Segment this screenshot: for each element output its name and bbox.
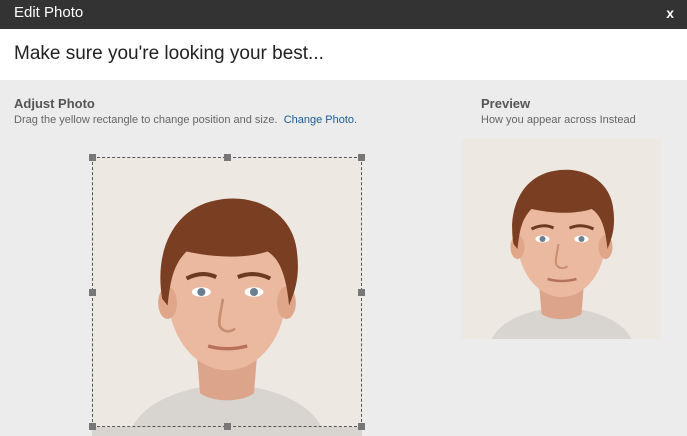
crop-handle-top[interactable]: [224, 154, 231, 161]
dialog-title: Edit Photo: [14, 4, 84, 21]
adjust-photo-instructions: Drag the yellow rectangle to change posi…: [14, 114, 357, 127]
crop-handle-right[interactable]: [358, 289, 365, 296]
page-headline: Make sure you're looking your best...: [14, 43, 324, 64]
preview-title: Preview: [481, 96, 531, 111]
crop-handle-top-right[interactable]: [358, 154, 365, 161]
headline-bar: Make sure you're looking your best...: [0, 29, 687, 80]
adjust-photo-title: Adjust Photo: [14, 96, 95, 111]
crop-selection-rectangle[interactable]: [92, 157, 362, 427]
crop-handle-top-left[interactable]: [89, 154, 96, 161]
preview-photo: [461, 139, 662, 339]
preview-image-box: [461, 139, 662, 339]
crop-handle-left[interactable]: [89, 289, 96, 296]
crop-handle-bottom-left[interactable]: [89, 423, 96, 430]
change-photo-link[interactable]: Change Photo.: [284, 114, 357, 126]
preview-subtitle: How you appear across Instead: [481, 114, 636, 126]
crop-handle-bottom-right[interactable]: [358, 423, 365, 430]
dialog-titlebar: Edit Photo x: [0, 0, 687, 29]
close-button[interactable]: x: [666, 4, 674, 22]
crop-handle-bottom[interactable]: [224, 423, 231, 430]
adjust-instructions-text: Drag the yellow rectangle to change posi…: [14, 114, 278, 126]
